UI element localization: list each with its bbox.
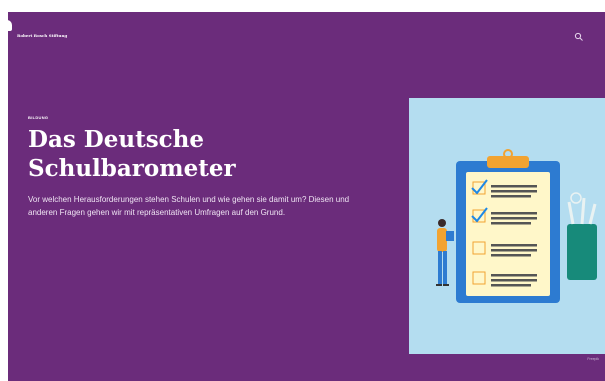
logo-text[interactable]: Robert Bosch Stiftung xyxy=(17,33,77,38)
pencil xyxy=(567,201,575,225)
pencil-cup xyxy=(567,224,597,280)
category-label: BILDUNG xyxy=(28,115,49,120)
checklist-illustration xyxy=(436,149,597,303)
scissors-loop xyxy=(570,192,582,204)
site-header: Robert Bosch Stiftung xyxy=(8,12,605,52)
hero-illustration xyxy=(409,98,605,354)
search-icon xyxy=(574,32,583,41)
hero-lead-text: Vor welchen Herausforderungen stehen Sch… xyxy=(28,195,350,217)
pencil xyxy=(580,197,586,225)
logo-icon[interactable] xyxy=(8,20,12,31)
pencil xyxy=(588,203,597,225)
hero-section: Robert Bosch Stiftung BILDUNG Das Deutsc… xyxy=(8,12,605,381)
search-button[interactable] xyxy=(574,29,584,41)
image-credit: Freepik xyxy=(587,357,599,361)
person-figure xyxy=(436,219,454,286)
page-title: Das Deutsche Schulbarometer xyxy=(28,126,236,182)
